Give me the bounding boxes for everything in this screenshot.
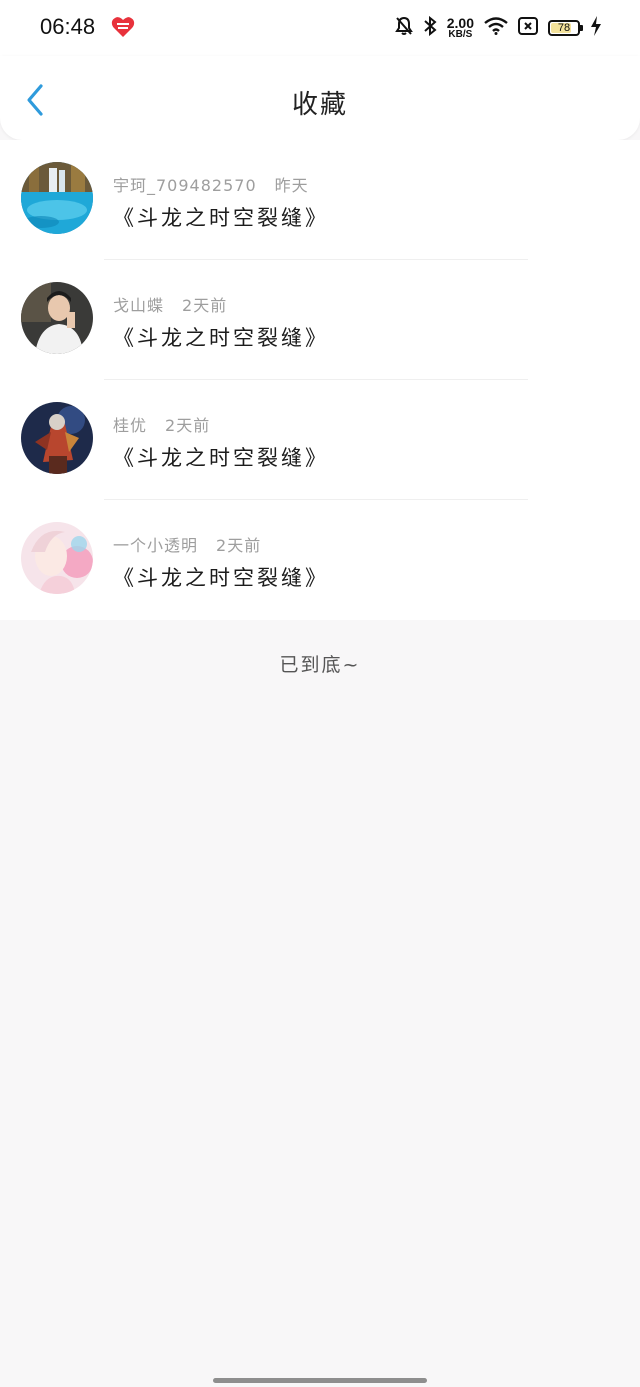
- list-item[interactable]: 戈山蝶 2天前 《斗龙之时空裂缝》: [0, 260, 640, 380]
- avatar: [21, 282, 93, 354]
- avatar: [21, 402, 93, 474]
- battery-indicator: 78: [548, 20, 583, 36]
- item-title: 《斗龙之时空裂缝》: [113, 566, 329, 590]
- item-title: 《斗龙之时空裂缝》: [113, 446, 329, 470]
- item-meta: 一个小透明 2天前: [113, 532, 261, 556]
- item-title: 《斗龙之时空裂缝》: [113, 206, 329, 230]
- author-name: 戈山蝶: [113, 296, 165, 315]
- network-speed-value: 2.00: [446, 15, 474, 31]
- avatar: [21, 162, 93, 234]
- favorites-list: 宇珂_709482570 昨天 《斗龙之时空裂缝》 戈山蝶 2天前 《斗龙之时空裂缝…: [0, 140, 640, 620]
- bell-off-icon: [394, 16, 413, 40]
- status-icons: 2.00 KB/S 78: [394, 14, 602, 42]
- author-name: 桂优: [113, 416, 148, 435]
- network-speed-unit: KB/S: [448, 29, 473, 40]
- item-meta: 戈山蝶 2天前: [113, 292, 227, 316]
- status-bar: 06:48 2.00 KB/S 78: [0, 0, 640, 56]
- app-notification-icon: [111, 16, 135, 38]
- page-header: 收藏: [0, 56, 640, 140]
- charging-icon: [590, 16, 602, 40]
- status-time: 06:48: [40, 14, 96, 39]
- item-time: 2天前: [165, 416, 211, 435]
- bluetooth-icon: [423, 15, 437, 40]
- battery-level: 78: [557, 22, 571, 34]
- network-speed: 2.00 KB/S: [447, 16, 474, 40]
- list-item[interactable]: 一个小透明 2天前 《斗龙之时空裂缝》: [0, 500, 640, 620]
- item-time: 2天前: [216, 536, 262, 555]
- item-title: 《斗龙之时空裂缝》: [113, 326, 329, 350]
- author-name: 一个小透明: [113, 536, 199, 555]
- page-title: 收藏: [291, 90, 348, 120]
- author-name: 宇珂_709482570: [113, 176, 257, 195]
- list-item[interactable]: 桂优 2天前 《斗龙之时空裂缝》: [0, 380, 640, 500]
- item-meta: 宇珂_709482570 昨天: [113, 172, 309, 196]
- list-item[interactable]: 宇珂_709482570 昨天 《斗龙之时空裂缝》: [0, 140, 640, 260]
- avatar: [21, 522, 93, 594]
- wifi-icon: [484, 17, 508, 39]
- item-meta: 桂优 2天前: [113, 412, 210, 436]
- no-sim-icon: [518, 17, 538, 39]
- item-time: 昨天: [274, 176, 309, 195]
- home-indicator[interactable]: [213, 1378, 427, 1383]
- end-of-list-text: 已到底~: [279, 654, 361, 676]
- item-time: 2天前: [182, 296, 228, 315]
